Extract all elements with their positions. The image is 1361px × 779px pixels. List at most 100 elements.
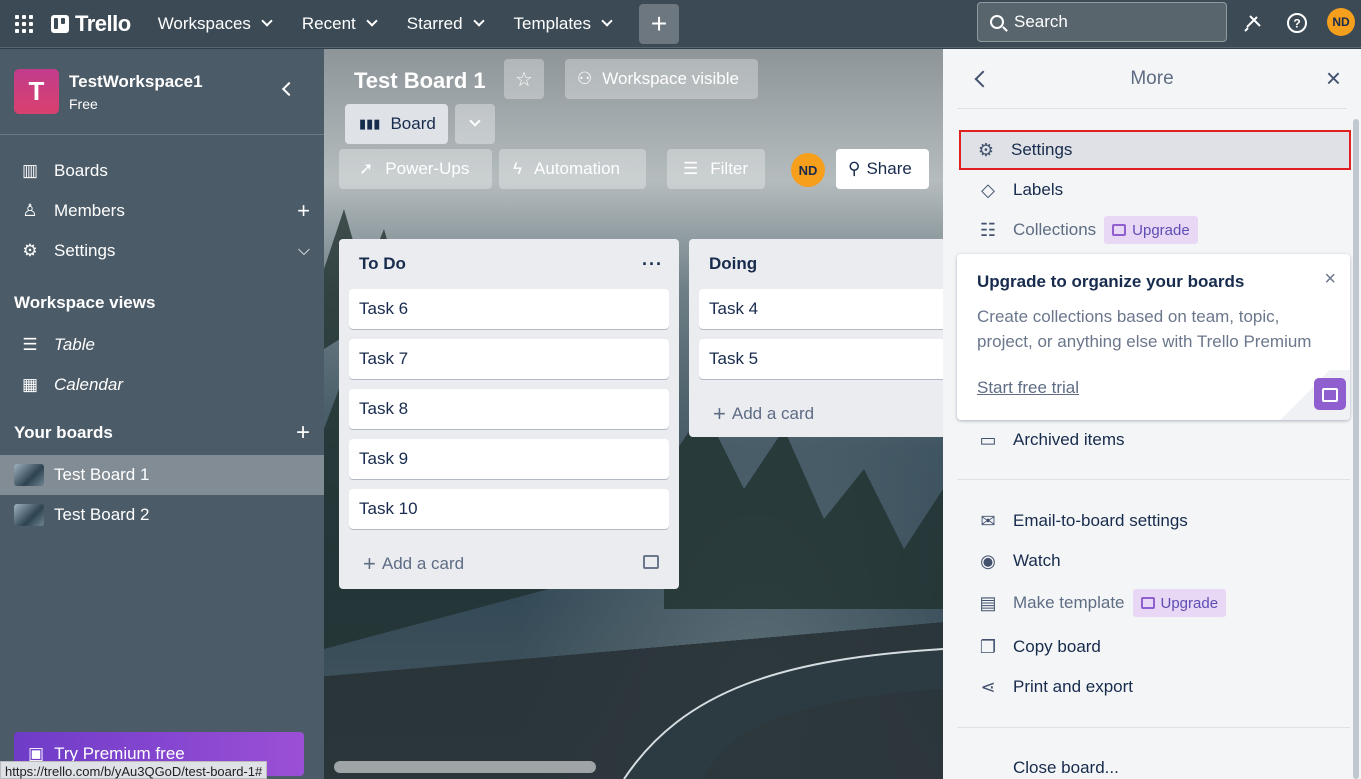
status-bar-url: https://trello.com/b/yAu3QGoD/test-board… — [0, 761, 268, 779]
card[interactable]: Task 10 — [349, 489, 669, 529]
top-menu: Workspaces Recent Starred Templates + — [157, 3, 680, 44]
upgrade-badge[interactable]: Upgrade — [1132, 589, 1227, 617]
star-board-button[interactable]: ☆ — [504, 59, 544, 99]
create-button[interactable]: + — [639, 3, 680, 44]
promo-title: Upgrade to organize your boards — [977, 272, 1245, 291]
list-header[interactable]: Doing — [689, 239, 943, 289]
menu-item-label: Collections — [1013, 220, 1097, 239]
list-doing: Doing Task 4 Task 5 + Add a card — [689, 239, 943, 437]
chevron-down-icon — [469, 115, 481, 127]
board-thumbnail — [14, 464, 44, 486]
card-template-icon[interactable] — [643, 555, 659, 569]
workspaces-menu[interactable]: Workspaces — [157, 13, 273, 34]
share-button[interactable]: ⚲ Share — [836, 149, 929, 189]
notifications-icon[interactable] — [1240, 10, 1266, 36]
add-card-button[interactable]: + Add a card — [689, 389, 943, 439]
starred-menu[interactable]: Starred — [407, 14, 485, 34]
upgrade-icon — [1140, 597, 1155, 609]
sidebar-item-label: Calendar — [54, 375, 123, 394]
search-icon — [990, 15, 1004, 29]
add-card-button[interactable]: + Add a card — [339, 539, 679, 589]
archived-items-menu-item[interactable]: ▭ Archived items — [963, 420, 1347, 460]
star-icon: ☆ — [515, 68, 533, 91]
power-ups-button[interactable]: ➚ Power-Ups — [339, 149, 492, 189]
svg-text:?: ? — [1293, 17, 1300, 31]
board-member-avatar[interactable]: ND — [791, 153, 825, 187]
user-avatar[interactable]: ND — [1327, 8, 1355, 36]
card[interactable]: Task 6 — [349, 289, 669, 329]
board-title[interactable]: Test Board 1 — [354, 68, 486, 94]
card[interactable]: Task 4 — [699, 289, 943, 329]
close-icon[interactable]: × — [1324, 268, 1336, 291]
vertical-scrollbar[interactable] — [1353, 119, 1359, 779]
help-icon[interactable]: ? — [1284, 10, 1310, 36]
print-export-menu-item[interactable]: ⋖ Print and export — [963, 667, 1347, 707]
close-board-menu-item[interactable]: Close board... — [963, 748, 1347, 779]
start-free-trial-link[interactable]: Start free trial — [977, 378, 1079, 398]
trello-logo[interactable]: Trello — [51, 11, 131, 37]
search-input[interactable]: Search — [977, 2, 1227, 42]
chevron-down-icon — [366, 15, 378, 27]
collections-menu-item[interactable]: ☷ Collections Upgrade — [963, 210, 1347, 250]
collection-icon — [1314, 378, 1346, 410]
back-icon[interactable] — [974, 70, 992, 88]
upgrade-badge[interactable]: Upgrade — [1104, 216, 1198, 244]
sidebar-item-settings[interactable]: ⚙ Settings ⌵ — [0, 231, 324, 271]
section-label: Your boards — [14, 423, 113, 442]
make-template-menu-item[interactable]: ▤ Make template Upgrade — [963, 583, 1347, 623]
menu-item-label: Print and export — [1013, 677, 1134, 696]
visibility-button[interactable]: ⚇ Workspace visible — [565, 59, 758, 99]
filter-button[interactable]: ☰ Filter — [667, 149, 765, 189]
menu-label: Workspaces — [157, 13, 251, 33]
view-switcher-button[interactable] — [455, 104, 495, 144]
sidebar-item-label: Boards — [54, 161, 108, 180]
sidebar-board-test-board-2[interactable]: Test Board 2 — [0, 495, 324, 535]
logo-text: Trello — [75, 10, 131, 36]
more-icon[interactable]: ··· — [642, 254, 663, 275]
card[interactable]: Task 9 — [349, 439, 669, 479]
card[interactable]: Task 7 — [349, 339, 669, 379]
add-member-icon[interactable]: + — [297, 198, 310, 224]
sidebar-item-calendar[interactable]: ▦ Calendar — [0, 365, 324, 405]
chevron-down-icon[interactable]: ⌵ — [298, 242, 310, 260]
sidebar-item-table[interactable]: ☰ Table — [0, 325, 324, 365]
sidebar-item-label: Members — [54, 201, 125, 220]
labels-menu-item[interactable]: ◇ Labels — [963, 170, 1347, 210]
app-switcher-icon[interactable] — [12, 12, 36, 36]
copy-board-menu-item[interactable]: ❐ Copy board — [963, 627, 1347, 667]
share-icon: ⋖ — [980, 676, 996, 697]
email-icon: ✉ — [980, 510, 996, 531]
board-canvas: Test Board 1 ☆ ⚇ Workspace visible ▮▮▮ B… — [324, 49, 943, 779]
gear-icon: ⚙ — [977, 139, 995, 160]
visibility-label: Workspace visible — [602, 69, 739, 88]
board-icon: ▥ — [21, 161, 39, 180]
collection-icon: ☷ — [979, 219, 997, 240]
settings-menu-item[interactable]: ⚙ Settings — [959, 130, 1351, 170]
sidebar-item-label: Test Board 2 — [54, 505, 150, 524]
close-icon[interactable]: × — [1326, 63, 1341, 94]
tool-label: Automation — [534, 159, 620, 178]
sidebar-board-test-board-1[interactable]: Test Board 1 — [0, 455, 324, 495]
board-view-button[interactable]: ▮▮▮ Board — [345, 104, 448, 144]
panel-title: More — [1130, 67, 1174, 89]
horizontal-scrollbar[interactable] — [334, 761, 596, 773]
templates-menu[interactable]: Templates — [513, 13, 613, 34]
menu-label: Templates — [513, 13, 592, 33]
add-board-icon[interactable]: + — [296, 419, 310, 447]
watch-menu-item[interactable]: ◉ Watch — [963, 541, 1347, 581]
board-view-icon: ▮▮▮ — [359, 116, 381, 131]
sidebar-item-boards[interactable]: ▥ Boards — [0, 151, 324, 191]
person-icon: ♙ — [22, 201, 38, 220]
card[interactable]: Task 5 — [699, 339, 943, 379]
list-header[interactable]: To Do ··· — [339, 239, 679, 289]
list-title: To Do — [359, 254, 406, 273]
automation-button[interactable]: ϟ Automation — [499, 149, 646, 189]
copy-icon: ❐ — [979, 636, 997, 657]
email-to-board-menu-item[interactable]: ✉ Email-to-board settings — [963, 501, 1347, 541]
collapse-sidebar-icon[interactable] — [281, 81, 297, 97]
recent-menu[interactable]: Recent — [302, 14, 378, 34]
list-title: Doing — [709, 254, 758, 273]
chevron-down-icon — [601, 15, 613, 27]
card[interactable]: Task 8 — [349, 389, 669, 429]
sidebar-item-members[interactable]: ♙ Members + — [0, 191, 324, 231]
